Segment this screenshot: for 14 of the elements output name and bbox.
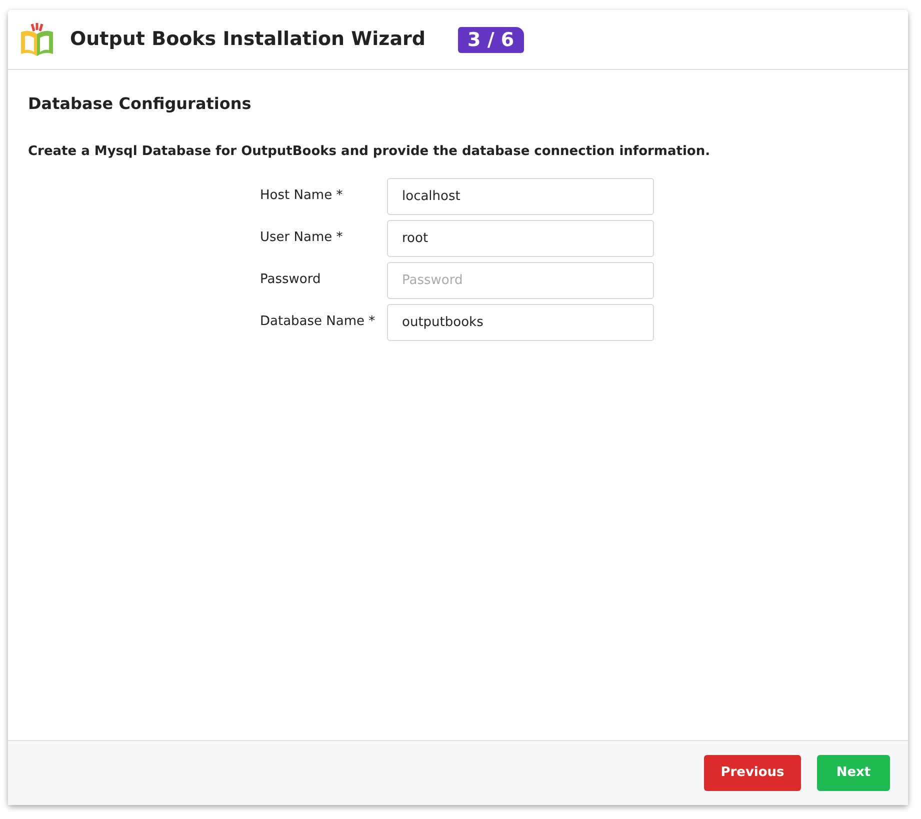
- input-field[interactable]: Password: [387, 262, 654, 298]
- field-label: Password: [260, 271, 322, 290]
- input-field[interactable]: root: [387, 220, 654, 256]
- input-field[interactable]: outputbooks: [387, 304, 654, 340]
- instructions: Create a Mysql Database for OutputBooks and provide the database connection information.: [28, 143, 712, 161]
- field-label: Host Name *: [260, 187, 344, 206]
- field-label: Database Name *: [260, 313, 376, 332]
- book-icon: [20, 22, 54, 58]
- window-title: Output Books Installation Wizard: [70, 27, 426, 52]
- field-label: User Name *: [260, 229, 344, 248]
- section-title: Database Configurations: [28, 93, 252, 115]
- previous-button[interactable]: Previous: [704, 755, 801, 791]
- step-counter: 3 / 6: [458, 26, 524, 52]
- input-field[interactable]: localhost: [387, 178, 654, 214]
